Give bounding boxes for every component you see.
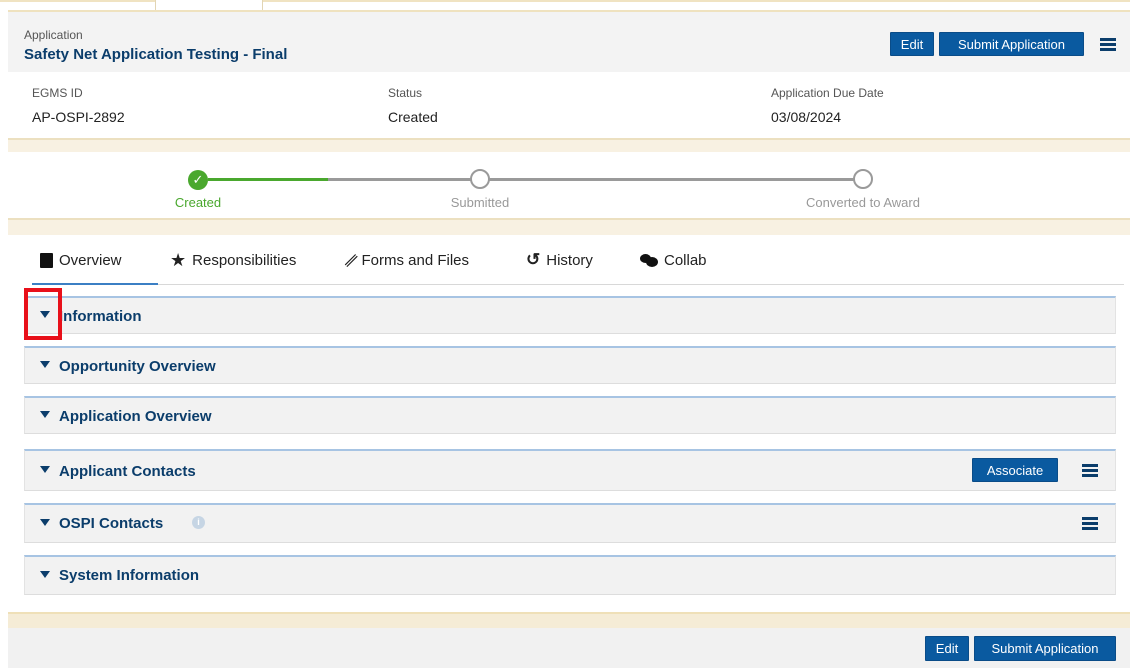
- step-created-check-icon: ✓: [188, 170, 208, 190]
- step-award-label: Converted to Award: [806, 195, 920, 210]
- submit-application-button[interactable]: Submit Application: [939, 32, 1084, 56]
- section-opportunity-overview[interactable]: Opportunity Overview: [24, 346, 1116, 384]
- tab-collab-label: Collab: [664, 251, 707, 269]
- section-title: Information: [59, 308, 142, 325]
- due-date-label: Application Due Date: [771, 86, 884, 100]
- section-title: System Information: [59, 567, 200, 584]
- tab-forms-and-files[interactable]: ∥ Forms and Files: [343, 249, 470, 271]
- active-tab-indicator: [32, 283, 158, 285]
- associate-button[interactable]: Associate: [972, 458, 1058, 482]
- section-title: Application Overview: [59, 408, 212, 425]
- tab-overview-label: Overview: [59, 251, 122, 269]
- tab-history[interactable]: ↺ History: [526, 249, 593, 271]
- due-date-value: 03/08/2024: [771, 109, 842, 125]
- tab-responsibilities-label: Responsibilities: [192, 251, 297, 269]
- step-submitted-label: Submitted: [450, 195, 510, 210]
- application-summary: EGMS ID AP-OSPI-2892 Status Created Appl…: [8, 72, 1130, 138]
- tab-collab[interactable]: Collab: [640, 249, 707, 271]
- tab-overview[interactable]: Overview: [40, 249, 122, 271]
- application-header: Application Safety Net Application Testi…: [8, 10, 1130, 72]
- page-title: Safety Net Application Testing - Final: [24, 46, 288, 63]
- step-created-label: Created: [174, 195, 222, 210]
- tab-bar: Overview ★ Responsibilities ∥ Forms and …: [8, 235, 1130, 285]
- status-value: Created: [388, 109, 438, 125]
- egms-id-field: EGMS ID AP-OSPI-2892: [32, 86, 125, 125]
- section-ospi-contacts[interactable]: OSPI Contacts i: [24, 503, 1116, 543]
- chat-icon: [640, 253, 658, 267]
- header-menu-icon[interactable]: [1100, 38, 1116, 52]
- section-title: Applicant Contacts: [59, 463, 196, 480]
- star-icon: ★: [170, 249, 187, 270]
- paperclip-icon: ∥: [342, 251, 361, 270]
- footer-submit-application-button[interactable]: Submit Application: [974, 636, 1116, 661]
- section-application-overview[interactable]: Application Overview: [24, 396, 1116, 434]
- status-label: Status: [388, 86, 423, 100]
- footer-separator: [8, 612, 1130, 628]
- tabs-divider: [32, 284, 1124, 285]
- footer-actions: Edit Submit Application: [8, 628, 1130, 668]
- ospi-contacts-menu-icon[interactable]: [1082, 517, 1098, 531]
- top-tab-stub: [155, 0, 263, 10]
- section-title: Opportunity Overview: [59, 358, 216, 375]
- footer-edit-button[interactable]: Edit: [925, 636, 969, 661]
- progress-line-pending: [328, 178, 858, 181]
- step-submitted-circle-icon: [470, 169, 490, 189]
- record-type-label: Application: [24, 28, 83, 42]
- egms-id-label: EGMS ID: [32, 86, 83, 100]
- caret-down-icon[interactable]: [40, 571, 50, 578]
- section-title: OSPI Contacts: [59, 515, 164, 532]
- section-system-information[interactable]: System Information: [24, 555, 1116, 595]
- step-award-circle-icon: [853, 169, 873, 189]
- top-strip: [0, 0, 1130, 10]
- progress-line-complete: [208, 178, 328, 181]
- due-date-field: Application Due Date 03/08/2024: [771, 86, 884, 125]
- caret-down-icon[interactable]: [40, 361, 50, 368]
- status-field: Status Created: [388, 86, 438, 125]
- tab-forms-label: Forms and Files: [361, 251, 470, 269]
- edit-button[interactable]: Edit: [890, 32, 934, 56]
- book-icon: [40, 252, 53, 268]
- highlight-box: [24, 288, 62, 340]
- separator: [8, 138, 1130, 152]
- tab-responsibilities[interactable]: ★ Responsibilities: [170, 249, 296, 271]
- separator: [8, 218, 1130, 235]
- section-applicant-contacts[interactable]: Applicant Contacts Associate: [24, 449, 1116, 491]
- history-icon: ↺: [526, 250, 541, 269]
- section-information[interactable]: Information: [24, 296, 1116, 334]
- tab-history-label: History: [546, 251, 593, 269]
- applicant-contacts-menu-icon[interactable]: [1082, 464, 1098, 478]
- info-icon[interactable]: i: [192, 516, 205, 529]
- status-progress: ✓ Created Submitted Converted to Award: [8, 152, 1130, 218]
- egms-id-value: AP-OSPI-2892: [32, 109, 125, 125]
- caret-down-icon[interactable]: [40, 519, 50, 526]
- caret-down-icon[interactable]: [40, 411, 50, 418]
- caret-down-icon[interactable]: [40, 466, 50, 473]
